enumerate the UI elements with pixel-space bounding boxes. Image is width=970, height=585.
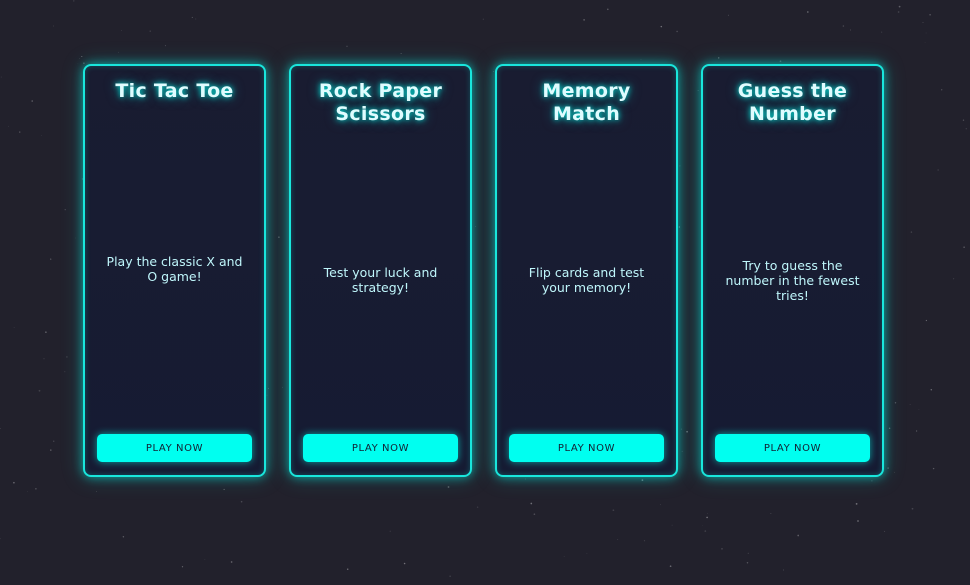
game-card-rock-paper-scissors: Rock Paper Scissors Test your luck and s… [289,64,472,477]
game-description: Play the classic X and O game! [106,253,243,284]
play-now-button[interactable]: PLAY NOW [715,434,870,462]
game-description: Try to guess the number in the fewest tr… [725,257,860,303]
game-title: Rock Paper Scissors [318,80,443,125]
game-description: Flip cards and test your memory! [528,265,645,295]
play-now-button[interactable]: PLAY NOW [303,434,458,462]
game-card-guess-the-number: Guess the Number Try to guess the number… [701,64,884,477]
game-title: Tic Tac Toe [115,80,234,102]
game-card-memory-match: Memory Match Flip cards and test your me… [495,64,678,477]
game-title: Guess the Number [737,80,848,125]
play-now-button[interactable]: PLAY NOW [97,434,252,462]
play-now-button[interactable]: PLAY NOW [509,434,664,462]
game-description: Test your luck and strategy! [323,265,438,295]
game-title: Memory Match [542,80,631,125]
game-card-list: Tic Tac Toe Play the classic X and O gam… [83,64,884,477]
game-card-tic-tac-toe: Tic Tac Toe Play the classic X and O gam… [83,64,266,477]
